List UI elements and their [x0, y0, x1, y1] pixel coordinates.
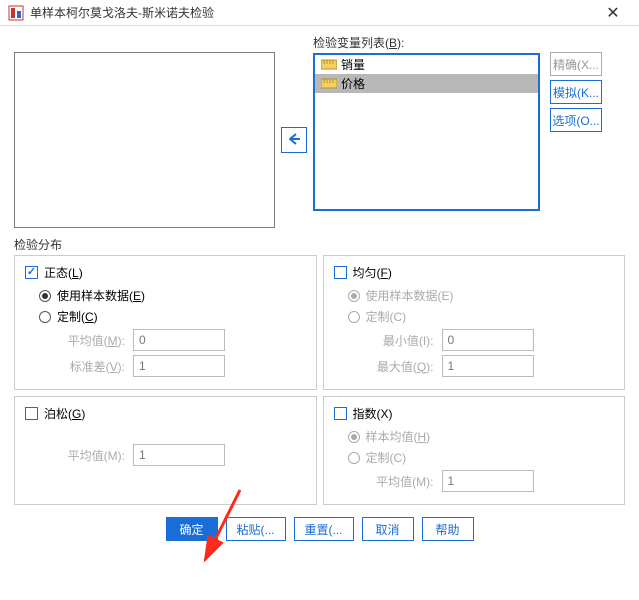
exp-custom-radio	[348, 452, 360, 464]
arrow-left-icon	[287, 132, 301, 148]
exp-sample-mean-radio	[348, 431, 360, 443]
normal-sd-input	[133, 355, 225, 377]
poisson-label: 泊松(G)	[44, 405, 85, 422]
window-title: 单样本柯尔莫戈洛夫-斯米诺夫检验	[30, 4, 595, 21]
list-item[interactable]: 价格	[315, 74, 538, 93]
normal-sd-label: 标准差(V):	[39, 358, 133, 375]
ruler-icon	[321, 58, 337, 71]
normal-mean-label: 平均值(M):	[39, 332, 133, 349]
uniform-max-input	[442, 355, 534, 377]
uniform-min-label: 最小值(I):	[348, 332, 442, 349]
app-icon	[8, 5, 24, 21]
close-button[interactable]: ✕	[595, 3, 631, 23]
normal-label: 正态(L)	[44, 264, 83, 281]
paste-button[interactable]: 粘贴(...	[226, 517, 286, 541]
ruler-icon	[321, 77, 337, 90]
exponential-group: 指数(X) 样本均值(H) 定制(C) 平均值(M):	[323, 396, 626, 505]
poisson-group: 泊松(G) 平均值(M):	[14, 396, 317, 505]
uniform-group: 均匀(F) 使用样本数据(E) 定制(C) 最小值(I): 最大值(Q):	[323, 255, 626, 390]
normal-checkbox[interactable]	[25, 266, 38, 279]
exp-mean-input	[442, 470, 534, 492]
exp-custom-label: 定制(C)	[366, 449, 407, 466]
normal-use-sample-label: 使用样本数据(E)	[57, 287, 145, 304]
simulate-button[interactable]: 模拟(K...	[550, 80, 602, 104]
help-button[interactable]: 帮助	[422, 517, 474, 541]
uniform-checkbox[interactable]	[334, 266, 347, 279]
normal-custom-radio[interactable]	[39, 311, 51, 323]
target-list-label: 检验变量列表(B):	[313, 34, 540, 51]
exact-button: 精确(X...	[550, 52, 602, 76]
poisson-mean-input	[133, 444, 225, 466]
uniform-label: 均匀(F)	[353, 264, 392, 281]
source-variable-list[interactable]	[14, 52, 275, 228]
titlebar: 单样本柯尔莫戈洛夫-斯米诺夫检验 ✕	[0, 0, 639, 26]
normal-custom-label: 定制(C)	[57, 308, 98, 325]
uniform-use-sample-label: 使用样本数据(E)	[366, 287, 454, 304]
list-item[interactable]: 销量	[315, 55, 538, 74]
target-variable-list[interactable]: 销量 价格	[313, 53, 540, 211]
poisson-checkbox[interactable]	[25, 407, 38, 420]
list-item-label: 价格	[341, 75, 365, 92]
ok-button[interactable]: 确定	[166, 517, 218, 541]
uniform-custom-radio	[348, 311, 360, 323]
uniform-max-label: 最大值(Q):	[348, 358, 442, 375]
exp-sample-mean-label: 样本均值(H)	[366, 428, 431, 445]
exp-mean-label: 平均值(M):	[348, 473, 442, 490]
cancel-button[interactable]: 取消	[362, 517, 414, 541]
reset-button[interactable]: 重置(...	[294, 517, 354, 541]
normal-use-sample-radio[interactable]	[39, 290, 51, 302]
uniform-use-sample-radio	[348, 290, 360, 302]
options-button[interactable]: 选项(O...	[550, 108, 602, 132]
exponential-checkbox[interactable]	[334, 407, 347, 420]
normal-group: 正态(L) 使用样本数据(E) 定制(C) 平均值(M): 标准差(V):	[14, 255, 317, 390]
list-item-label: 销量	[341, 56, 365, 73]
transfer-button[interactable]	[281, 127, 307, 153]
poisson-mean-label: 平均值(M):	[39, 447, 133, 464]
uniform-min-input	[442, 329, 534, 351]
exponential-label: 指数(X)	[353, 405, 393, 422]
normal-mean-input	[133, 329, 225, 351]
distribution-heading: 检验分布	[14, 236, 625, 253]
uniform-custom-label: 定制(C)	[366, 308, 407, 325]
